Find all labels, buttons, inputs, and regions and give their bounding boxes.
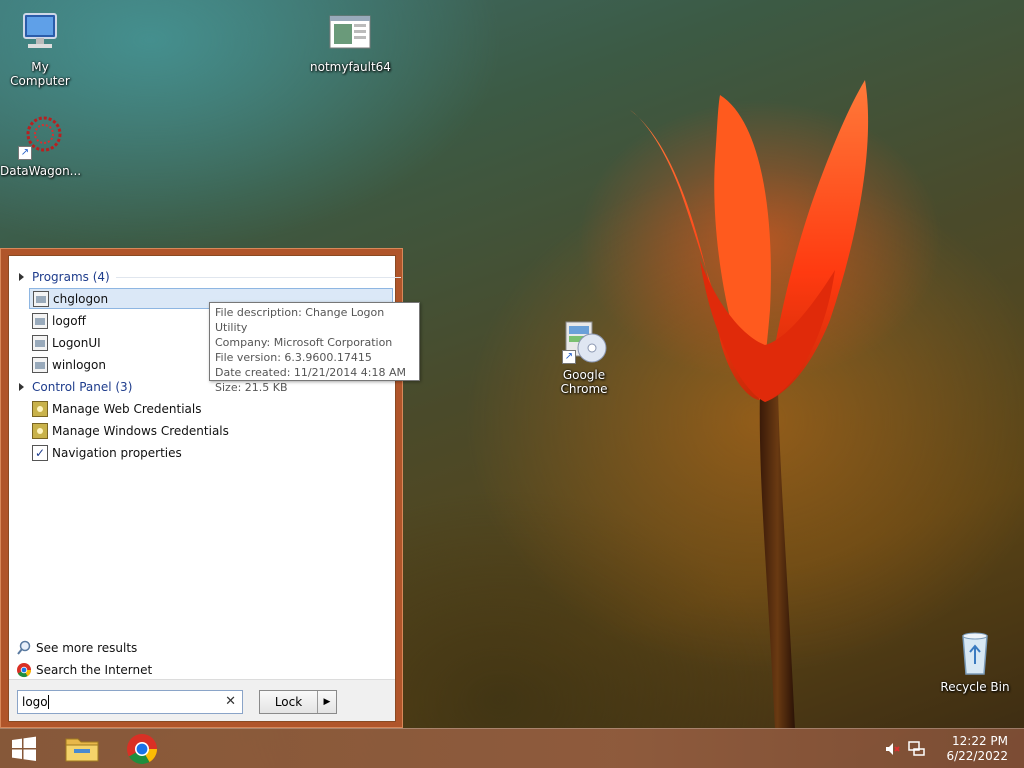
tooltip-line: Size: 21.5 KB (215, 381, 288, 394)
desktop-icon-label: Recycle Bin (940, 680, 1010, 694)
result-item-manage-web-credentials[interactable]: Manage Web Credentials (29, 398, 393, 419)
power-options-arrow-icon[interactable]: ▶ (318, 691, 336, 713)
desktop-icon-my-computer[interactable]: My Computer (0, 10, 80, 88)
group-divider (115, 277, 401, 278)
group-header-control-panel[interactable]: Control Panel (3) (19, 378, 132, 396)
datawagon-logo-icon: ↗ (16, 114, 64, 162)
installer-disc-icon: ↗ (560, 318, 608, 366)
group-title: Programs (4) (32, 270, 110, 284)
expand-triangle-icon (19, 273, 24, 281)
result-label: chglogon (53, 291, 109, 306)
result-label: Manage Windows Credentials (52, 423, 229, 438)
result-label: winlogon (52, 357, 106, 372)
chrome-icon (16, 662, 32, 678)
result-label: Navigation properties (52, 445, 182, 460)
taskbar-clock[interactable]: 12:22 PM 6/22/2022 (938, 734, 1008, 764)
see-more-label: See more results (36, 641, 138, 655)
group-header-programs[interactable]: Programs (4) (19, 268, 401, 286)
wallpaper-tulip (630, 80, 869, 730)
taskbar-chrome-button[interactable] (116, 731, 168, 767)
application-icon (32, 312, 48, 329)
desktop-icon-label: notmyfault64 (310, 60, 391, 74)
desktop-icon-recycle-bin[interactable]: Recycle Bin (935, 630, 1015, 694)
power-button-group: Lock ▶ (259, 690, 337, 714)
tooltip-line: Company: Microsoft Corporation (215, 336, 393, 349)
shortcut-arrow-icon: ↗ (562, 350, 576, 364)
tooltip-line: File version: 6.3.9600.17415 (215, 351, 372, 364)
windows-logo-icon (12, 736, 36, 761)
search-input[interactable]: logo ✕ (17, 690, 243, 714)
credential-manager-icon (32, 422, 48, 439)
chrome-icon (127, 734, 157, 765)
application-icon (32, 356, 48, 373)
group-title: Control Panel (3) (32, 380, 133, 394)
credential-manager-icon (32, 400, 48, 417)
file-info-tooltip: File description: Change Logon Utility C… (209, 302, 420, 394)
application-icon (32, 334, 48, 351)
result-label: logoff (52, 313, 86, 328)
search-query: logo (22, 695, 48, 709)
desktop-icon-notmyfault64[interactable]: notmyfault64 (310, 10, 391, 74)
result-label: LogonUI (52, 335, 101, 350)
search-internet-label: Search the Internet (36, 663, 153, 677)
taskbar-file-explorer-button[interactable] (56, 731, 108, 767)
network-icon[interactable] (908, 741, 926, 757)
system-tray: 12:22 PM 6/22/2022 (884, 729, 1024, 768)
search-bar-area: logo ✕ Lock ▶ (9, 679, 395, 721)
clear-search-icon[interactable]: ✕ (225, 694, 236, 709)
desktop-icon-label: DataWagon... (0, 164, 82, 178)
shortcut-arrow-icon: ↗ (18, 146, 32, 160)
desktop-icon-datawagon[interactable]: ↗ DataWagon... (0, 114, 82, 178)
lock-button[interactable]: Lock (260, 691, 318, 713)
volume-muted-icon[interactable] (884, 741, 902, 757)
expand-triangle-icon (19, 383, 24, 391)
taskbar: 12:22 PM 6/22/2022 (0, 728, 1024, 768)
result-item-navigation-properties[interactable]: ✓ Navigation properties (29, 442, 393, 463)
result-item-manage-windows-credentials[interactable]: Manage Windows Credentials (29, 420, 393, 441)
result-label: Manage Web Credentials (52, 401, 202, 416)
clock-time: 12:22 PM (952, 734, 1008, 748)
tooltip-line: File description: Change Logon Utility (215, 306, 385, 334)
file-explorer-icon (65, 738, 99, 762)
text-cursor (47, 695, 49, 709)
desktop-icon-label: My Computer (10, 60, 70, 88)
recycle-bin-icon (951, 630, 999, 678)
checkbox-settings-icon: ✓ (32, 444, 48, 461)
clock-date: 6/22/2022 (946, 749, 1008, 763)
application-window-icon (326, 10, 374, 58)
computer-icon (16, 10, 64, 58)
search-icon (16, 640, 32, 656)
search-internet-link[interactable]: Search the Internet (16, 662, 152, 678)
see-more-results-link[interactable]: See more results (16, 640, 137, 656)
application-icon (33, 290, 49, 307)
start-button[interactable] (4, 731, 44, 767)
tooltip-line: Date created: 11/21/2014 4:18 AM (215, 366, 407, 379)
desktop-icon-label: Google Chrome (560, 368, 608, 396)
desktop-icon-google-chrome[interactable]: ↗ Google Chrome (544, 318, 624, 396)
